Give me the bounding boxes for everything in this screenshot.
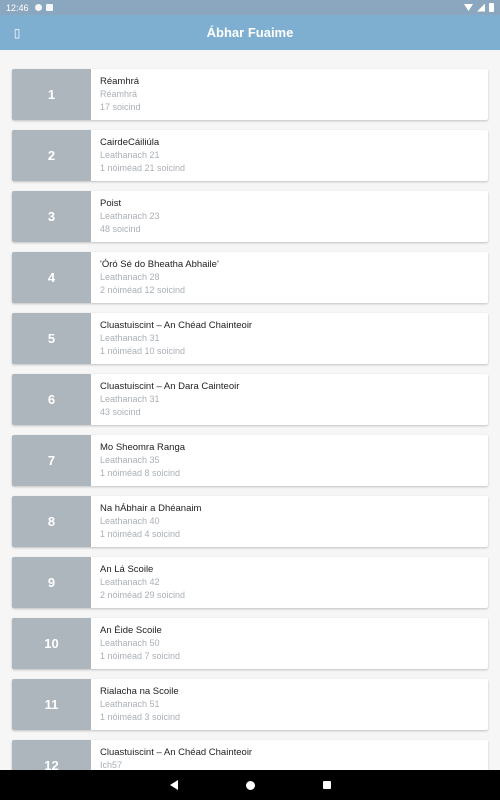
- track-title: Réamhrá: [100, 76, 140, 87]
- track-duration: 1 nóiméad 10 soicind: [100, 346, 186, 356]
- track-duration: 17 soicind: [100, 102, 141, 112]
- status-bar: 12:46: [0, 0, 500, 15]
- track-duration: 1 nóiméad 8 soicind: [100, 468, 181, 478]
- track-duration: 43 soicind: [100, 407, 141, 417]
- list-item[interactable]: 12 Cluastuiscint – An Chéad Chainteoir Ich…: [12, 740, 488, 770]
- track-page: Réamhrá: [100, 89, 138, 99]
- track-number: 5: [12, 313, 91, 364]
- track-page: Leathanach 42: [100, 577, 160, 587]
- track-number: 9: [12, 557, 91, 608]
- track-duration: 1 nóiméad 7 soicind: [100, 651, 181, 661]
- track-info: An Éide Scoile Leathanach 50 1 nóiméad 7 s…: [91, 618, 180, 669]
- list-item[interactable]: 4 'Óró Sé do Bheatha Abhaile' Leathanach 2…: [12, 252, 488, 303]
- home-icon[interactable]: [245, 780, 255, 790]
- list-item[interactable]: 2 CairdeCáiliúla Leathanach 21 1 nóiméad 21…: [12, 130, 488, 181]
- track-title: 'Óró Sé do Bheatha Abhaile': [100, 259, 219, 270]
- track-number: 2: [12, 130, 91, 181]
- track-duration: 1 nóiméad 4 soicind: [100, 529, 181, 539]
- list-item[interactable]: 3 Poist Leathanach 23 48 soicind: [12, 191, 488, 242]
- track-page: Leathanach 28: [100, 272, 160, 282]
- signal-icon: [477, 3, 485, 12]
- track-title: Cluastuiscint – An Dara Cainteoir: [100, 381, 240, 392]
- back-icon[interactable]: [169, 780, 178, 790]
- track-title: An Lá Scoile: [100, 564, 154, 575]
- status-time: 12:46: [6, 2, 29, 13]
- track-page: Leathanach 31: [100, 333, 160, 343]
- menu-icon: ▯: [13, 26, 21, 40]
- track-info: 'Óró Sé do Bheatha Abhaile' Leathanach 28…: [91, 252, 219, 303]
- notification-icon: [34, 4, 42, 11]
- track-page: Leathanach 40: [100, 516, 160, 526]
- page-title: Ábhar Fuaime: [206, 25, 294, 40]
- track-title: Cluastuiscint – An Chéad Chainteoir: [100, 320, 253, 331]
- list-item[interactable]: 6 Cluastuiscint – An Dara Cainteoir Leatha…: [12, 374, 488, 425]
- list-item[interactable]: 1 Réamhrá Réamhrá 17 soicind: [12, 69, 488, 120]
- list-item[interactable]: 10 An Éide Scoile Leathanach 50 1 nóiméad 7…: [12, 618, 488, 669]
- track-title: Poist: [100, 198, 122, 209]
- recents-icon[interactable]: [322, 781, 331, 789]
- track-duration: 2 nóiméad 12 soicind: [100, 285, 186, 295]
- track-duration: 1 nóiméad 3 soicind: [100, 712, 181, 722]
- track-page: Leathanach 50: [100, 638, 160, 648]
- track-info: Rialacha na Scoile Leathanach 51 1 nóiméad…: [91, 679, 180, 730]
- track-title: Na hÁbhair a Dhéanaim: [100, 503, 202, 514]
- storage-icon: [45, 4, 53, 11]
- track-duration: 48 soicind: [100, 224, 141, 234]
- track-duration: 2 nóiméad 29 soicind: [100, 590, 186, 600]
- track-number: 6: [12, 374, 91, 425]
- track-title: Rialacha na Scoile: [100, 686, 179, 697]
- app-bar: ▯ Ábhar Fuaime: [0, 15, 500, 50]
- track-info: Cluastuiscint – An Dara Cainteoir Leathan…: [91, 374, 239, 425]
- menu-button[interactable]: ▯: [6, 22, 28, 44]
- status-indicators: [464, 3, 494, 12]
- audio-list: 1 Réamhrá Réamhrá 17 soicind 2 CairdeCáiliúla…: [0, 50, 500, 770]
- track-info: Mo Sheomra Ranga Leathanach 35 1 nóiméad 8…: [91, 435, 185, 486]
- track-number: 12: [12, 740, 91, 770]
- track-title: Cluastuiscint – An Chéad Chainteoir: [100, 747, 253, 758]
- track-page: Leathanach 21: [100, 150, 160, 160]
- list-item[interactable]: 9 An Lá Scoile Leathanach 42 2 nóiméad 29 s…: [12, 557, 488, 608]
- audio-list-container[interactable]: 1 Réamhrá Réamhrá 17 soicind 2 CairdeCáiliúla…: [0, 50, 500, 770]
- track-page: Ich57: [100, 760, 123, 770]
- track-info: Na hÁbhair a Dhéanaim Leathanach 40 1 nóim…: [91, 496, 201, 547]
- track-info: Cluastuiscint – An Chéad Chainteoir Leath…: [91, 313, 252, 364]
- track-page: Leathanach 35: [100, 455, 160, 465]
- track-page: Leathanach 51: [100, 699, 160, 709]
- track-number: 1: [12, 69, 91, 120]
- list-item[interactable]: 11 Rialacha na Scoile Leathanach 51 1 nóimé…: [12, 679, 488, 730]
- track-number: 11: [12, 679, 91, 730]
- track-info: Cluastuiscint – An Chéad Chainteoir Ich57: [91, 740, 252, 770]
- track-title: Mo Sheomra Ranga: [100, 442, 186, 453]
- track-info: Réamhrá Réamhrá 17 soicind: [91, 69, 141, 120]
- list-item[interactable]: 5 Cluastuiscint – An Chéad Chainteoir Leat…: [12, 313, 488, 364]
- wifi-icon: [464, 4, 473, 11]
- list-item[interactable]: 7 Mo Sheomra Ranga Leathanach 35 1 nóiméad …: [12, 435, 488, 486]
- track-page: Leathanach 23: [100, 211, 160, 221]
- track-title: CairdeCáiliúla: [100, 137, 160, 148]
- track-info: Poist Leathanach 23 48 soicind: [91, 191, 160, 242]
- track-number: 7: [12, 435, 91, 486]
- battery-icon: [489, 3, 494, 12]
- track-page: Leathanach 31: [100, 394, 160, 404]
- track-number: 3: [12, 191, 91, 242]
- track-title: An Éide Scoile: [100, 625, 162, 636]
- list-item[interactable]: 8 Na hÁbhair a Dhéanaim Leathanach 40 1 nói…: [12, 496, 488, 547]
- track-duration: 1 nóiméad 21 soicind: [100, 163, 186, 173]
- track-number: 8: [12, 496, 91, 547]
- track-number: 10: [12, 618, 91, 669]
- track-number: 4: [12, 252, 91, 303]
- system-nav-bar: [0, 770, 500, 800]
- track-info: An Lá Scoile Leathanach 42 2 nóiméad 29 so…: [91, 557, 185, 608]
- track-info: CairdeCáiliúla Leathanach 21 1 nóiméad 21 …: [91, 130, 185, 181]
